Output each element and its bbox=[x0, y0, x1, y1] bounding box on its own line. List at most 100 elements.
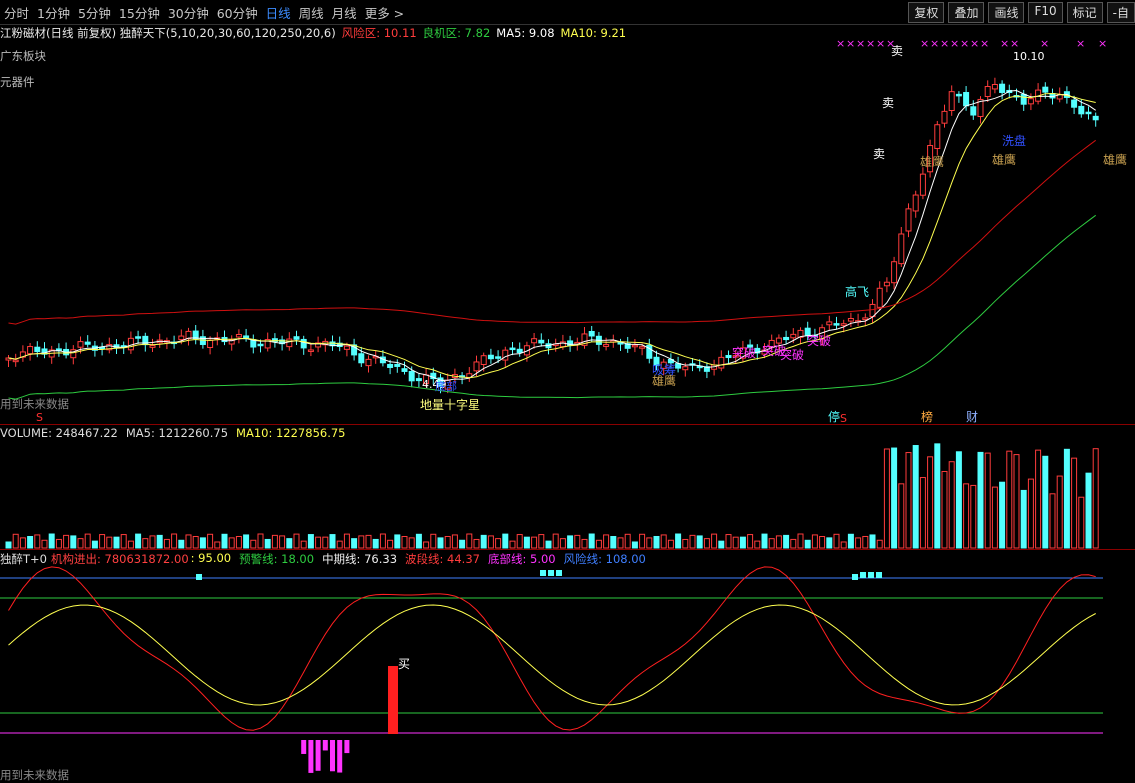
candle-body bbox=[912, 194, 919, 212]
tf-60min[interactable]: 60分钟 bbox=[213, 3, 262, 22]
volume-bar bbox=[804, 539, 811, 549]
volume-bar bbox=[754, 540, 761, 549]
volume-bar bbox=[372, 538, 379, 549]
candle-body bbox=[12, 359, 19, 363]
candle-body bbox=[149, 344, 156, 348]
volume-bar bbox=[423, 541, 430, 549]
volume-bar bbox=[293, 533, 300, 549]
volume-bar bbox=[876, 539, 883, 549]
ma5-line bbox=[8, 89, 1096, 381]
volume-bar bbox=[747, 534, 754, 549]
volume-bar bbox=[999, 481, 1006, 549]
candle-body bbox=[811, 334, 818, 338]
volume-bars bbox=[5, 443, 1099, 549]
candle-body bbox=[862, 317, 869, 321]
candle-body bbox=[1042, 86, 1049, 93]
adjust-button[interactable]: 复权 bbox=[908, 2, 945, 23]
volume-bar bbox=[34, 534, 41, 549]
candle-body bbox=[322, 340, 329, 346]
auto-button[interactable]: -自 bbox=[1106, 2, 1135, 23]
volume-bar bbox=[1071, 457, 1078, 549]
volume-bar bbox=[487, 535, 494, 549]
volume-bar bbox=[941, 470, 948, 549]
overlay-button[interactable]: 叠加 bbox=[948, 2, 985, 23]
candle-body bbox=[199, 336, 206, 345]
volume-bar bbox=[869, 534, 876, 549]
candle-body bbox=[567, 340, 574, 346]
tf-daily[interactable]: 日线 bbox=[262, 3, 295, 22]
opportunity-zone-label: 良机区: 7.82 bbox=[422, 26, 491, 40]
volume-bar bbox=[545, 540, 552, 549]
tf-1min[interactable]: 1分钟 bbox=[33, 3, 74, 22]
high-price-annotation: 10.10 bbox=[1013, 50, 1045, 63]
tf-weekly[interactable]: 周线 bbox=[295, 3, 328, 22]
volume-bar bbox=[473, 538, 480, 549]
volume-bar bbox=[300, 540, 307, 549]
kline-chart-canvas: 地量十字星4.4910.10突破 突破突破突破高飞雄鹰雄鹰 雄鹰 雄鹰卖卖卖买吸筹洗盘… bbox=[0, 37, 1127, 773]
volume-bar bbox=[286, 538, 293, 549]
volume-header: VOLUME: 248467.22 MA5: 1212260.75 MA10: … bbox=[0, 426, 354, 440]
candle-body bbox=[5, 357, 12, 361]
candle-body bbox=[41, 348, 48, 355]
candle-body bbox=[516, 348, 523, 354]
mark-button[interactable]: 标记 bbox=[1066, 2, 1103, 23]
volume-bar bbox=[55, 538, 62, 549]
risk-zone-marker bbox=[548, 570, 554, 576]
xiongying-annotation-1: 雄鹰 bbox=[652, 373, 676, 388]
volume-bar bbox=[358, 535, 365, 549]
volume-bar bbox=[775, 535, 782, 549]
candle-body bbox=[991, 84, 998, 90]
volume-bar bbox=[430, 533, 437, 549]
tf-intraday[interactable]: 分时 bbox=[0, 3, 33, 22]
candle-body bbox=[257, 343, 264, 347]
candle-body bbox=[192, 330, 199, 340]
blue-label-b: 洗盘 bbox=[1002, 133, 1026, 148]
candle-body bbox=[919, 173, 926, 196]
tf-5min[interactable]: 5分钟 bbox=[74, 3, 115, 22]
candle-body bbox=[34, 346, 41, 353]
volume-bar bbox=[41, 539, 48, 549]
candle-body bbox=[300, 338, 307, 349]
volume-bar bbox=[1085, 472, 1092, 549]
volume-bar bbox=[343, 533, 350, 549]
volume-bar bbox=[120, 534, 127, 549]
candle-body bbox=[1092, 115, 1099, 121]
candle-body bbox=[394, 363, 401, 367]
volume-bar bbox=[365, 534, 372, 549]
volume-bar bbox=[912, 445, 919, 549]
volume-bar bbox=[459, 539, 466, 549]
volume-bar bbox=[113, 536, 120, 549]
candle-body bbox=[127, 337, 134, 351]
candle-body bbox=[77, 341, 84, 348]
candle-body bbox=[747, 344, 754, 348]
tf-15min[interactable]: 15分钟 bbox=[115, 3, 164, 22]
volume-bar bbox=[235, 535, 242, 549]
candle-body bbox=[790, 333, 797, 339]
candle-body bbox=[221, 336, 228, 343]
tf-monthly[interactable]: 月线 bbox=[328, 3, 361, 22]
candle-body bbox=[135, 336, 142, 339]
volume-bar bbox=[315, 536, 322, 549]
volume-bar bbox=[718, 540, 725, 549]
volume-bar bbox=[516, 534, 523, 549]
breakout-annotation-3: 突破 bbox=[780, 347, 804, 362]
candle-body bbox=[869, 303, 876, 318]
f10-button[interactable]: F10 bbox=[1028, 2, 1063, 23]
volume-bar bbox=[653, 535, 660, 549]
volume-bar bbox=[185, 534, 192, 549]
candle-body bbox=[351, 344, 358, 356]
candle-body bbox=[1063, 91, 1070, 98]
bottom-zone-bar bbox=[344, 740, 350, 754]
volume-bar bbox=[883, 448, 890, 549]
indicator-panel bbox=[0, 566, 1103, 773]
tf-30min[interactable]: 30分钟 bbox=[164, 3, 213, 22]
volume-bar bbox=[862, 535, 869, 549]
volume-bar bbox=[27, 535, 34, 549]
ranking-marker-bang: 榜 bbox=[921, 409, 933, 424]
draw-line-button[interactable]: 画线 bbox=[988, 2, 1025, 23]
volume-bar bbox=[279, 535, 286, 549]
candle-body bbox=[1071, 99, 1078, 108]
volume-bar bbox=[703, 538, 710, 549]
tf-more[interactable]: 更多 > bbox=[361, 3, 408, 22]
volume-bar bbox=[624, 533, 631, 549]
